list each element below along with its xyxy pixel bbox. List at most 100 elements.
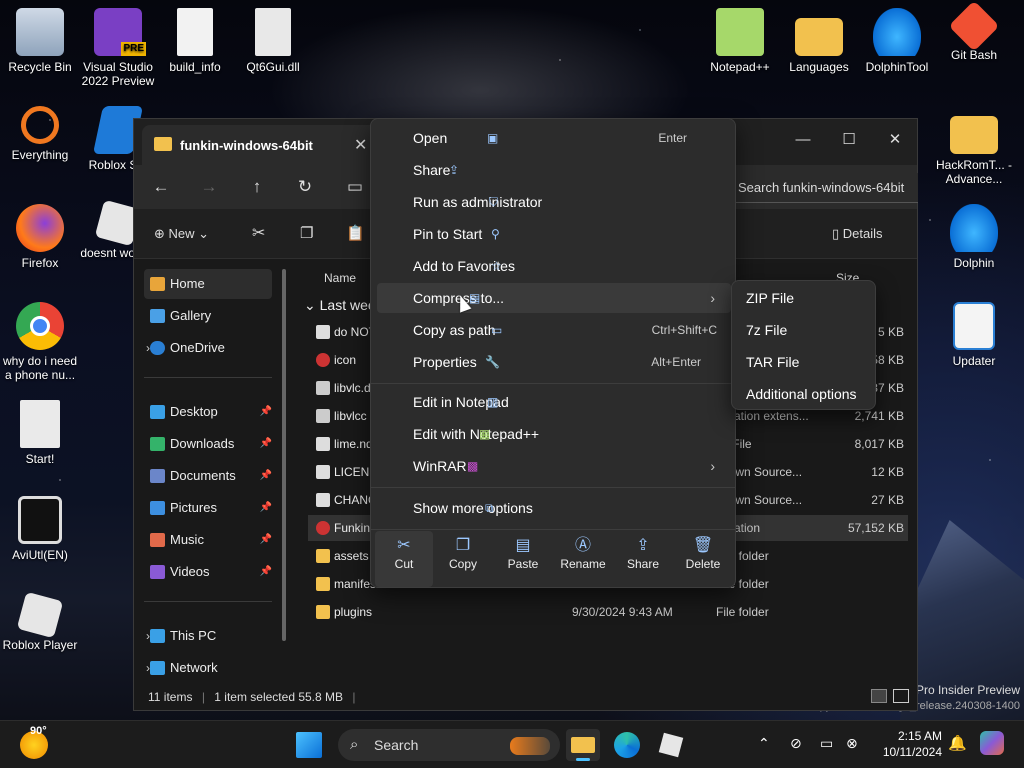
- back-arrow-icon[interactable]: ←: [146, 173, 176, 201]
- menu-item-copy-as-path[interactable]: Copy as path ▭ Ctrl+Shift+C: [377, 315, 731, 345]
- dolphin-icon: [873, 8, 921, 56]
- menu-item-compress-to[interactable]: Compress to... ▤ ›: [377, 283, 731, 313]
- desktop-icon-roblox-player[interactable]: Roblox Player: [0, 591, 80, 652]
- chevron-up-icon[interactable]: ⌃: [758, 735, 770, 752]
- desktop-icon-chrome[interactable]: why do i need a phone nu...: [0, 302, 80, 382]
- sidebar-item-music[interactable]: Music 📌: [144, 525, 272, 555]
- menu-item-open[interactable]: Open ▣ Enter: [377, 123, 731, 153]
- menu-item-edit-with-notepad-plus-plus[interactable]: Edit with Notepad++ ▦: [377, 419, 731, 449]
- volume-muted-icon[interactable]: ⊗: [846, 735, 858, 752]
- desktop-icon-git-bash[interactable]: Git Bash: [934, 0, 1014, 62]
- everything-search-icon: [21, 106, 59, 144]
- this-pc-icon[interactable]: ▭: [340, 173, 370, 201]
- quick-action-rename[interactable]: Ⓐ Rename: [554, 531, 612, 587]
- quick-action-copy[interactable]: ❐ Copy: [434, 531, 492, 587]
- forward-arrow-icon[interactable]: →: [194, 173, 224, 201]
- submenu-item-7z[interactable]: 7z File: [738, 315, 871, 345]
- sidebar-item-home[interactable]: Home: [144, 269, 272, 299]
- refresh-icon[interactable]: ↻: [290, 173, 320, 201]
- sidebar-item-onedrive[interactable]: OneDrive: [144, 333, 272, 363]
- music-icon: [150, 533, 165, 547]
- copy-icon[interactable]: ❐: [300, 221, 313, 247]
- menu-item-winrar[interactable]: WinRAR ▩ ›: [377, 451, 731, 481]
- desktop-icon-everything[interactable]: Everything: [0, 106, 80, 162]
- explorer-tab[interactable]: funkin-windows-64bit ✕: [142, 125, 382, 165]
- quick-action-cut[interactable]: ✂ Cut: [375, 531, 433, 587]
- taskbar-search[interactable]: ⌕ Search: [338, 729, 560, 761]
- quick-action-share[interactable]: ⇪ Share: [614, 531, 672, 587]
- minimize-button[interactable]: —: [780, 125, 826, 155]
- desktop-icon-start[interactable]: Start!: [0, 400, 80, 466]
- sidebar-item-gallery[interactable]: Gallery: [144, 301, 272, 331]
- taskbar-app-roblox[interactable]: [654, 729, 688, 761]
- desktop-icon-notepad-plus-plus[interactable]: Notepad++: [700, 8, 780, 74]
- sidebar-item-downloads[interactable]: Downloads 📌: [144, 429, 272, 459]
- column-header-name[interactable]: Name: [324, 271, 356, 285]
- taskbar-app-edge[interactable]: [610, 729, 644, 761]
- paste-icon[interactable]: 📋: [346, 221, 365, 247]
- quick-action-delete[interactable]: 🗑 Delete: [674, 531, 732, 587]
- desktop-icon-updater[interactable]: Updater: [934, 302, 1014, 368]
- desktop-icon-languages[interactable]: Languages: [779, 8, 859, 74]
- desktop-icon-dolphintool[interactable]: DolphinTool: [857, 8, 937, 74]
- desktop-icon-dolphin[interactable]: Dolphin: [934, 204, 1014, 270]
- desktop-icon-visual-studio[interactable]: PRE Visual Studio 2022 Preview: [78, 8, 158, 88]
- clock-date[interactable]: 10/11/2024: [870, 745, 942, 759]
- submenu-item-zip[interactable]: ZIP File: [738, 283, 871, 313]
- cut-icon[interactable]: ✂: [252, 221, 265, 247]
- details-button[interactable]: ▯ Details: [832, 221, 883, 247]
- clock-time[interactable]: 2:15 AM: [880, 729, 942, 743]
- sidebar-item-this-pc[interactable]: This PC: [144, 621, 272, 651]
- display-icon[interactable]: ▭: [820, 735, 833, 752]
- close-window-button[interactable]: ✕: [872, 125, 918, 155]
- sidebar-item-desktop[interactable]: Desktop 📌: [144, 397, 272, 427]
- desktop-icon-recycle-bin[interactable]: Recycle Bin: [0, 8, 80, 74]
- menu-item-run-as-admin[interactable]: Run as administrator ⛉: [377, 187, 731, 217]
- sidebar-item-pictures[interactable]: Pictures 📌: [144, 493, 272, 523]
- list-view-icon[interactable]: [871, 689, 887, 703]
- details-view-icon[interactable]: [893, 689, 909, 703]
- group-header[interactable]: ⌄ Last wee: [304, 297, 376, 314]
- wifi-off-icon[interactable]: ⊘: [790, 735, 802, 752]
- compress-submenu[interactable]: ZIP File 7z File TAR File Additional opt…: [731, 280, 876, 410]
- desktop-icon-firefox[interactable]: Firefox: [0, 204, 80, 270]
- menu-item-pin-to-start[interactable]: Pin to Start ⚲: [377, 219, 731, 249]
- notification-bell-icon[interactable]: 🔔: [948, 734, 967, 752]
- sidebar-scrollbar[interactable]: [282, 269, 286, 641]
- settings-file-icon: [20, 400, 60, 448]
- sidebar-item-documents[interactable]: Documents 📌: [144, 461, 272, 491]
- desktop-icon-hackromtools[interactable]: HackRomT... - Advance...: [934, 106, 1014, 186]
- roblox-icon: [658, 732, 684, 758]
- start-button[interactable]: [296, 732, 322, 758]
- weather-temperature[interactable]: 90°: [30, 725, 47, 737]
- pictures-icon: [150, 501, 165, 515]
- menu-item-share[interactable]: Share ⇪: [377, 155, 731, 185]
- sidebar-item-videos[interactable]: Videos 📌: [144, 557, 272, 587]
- up-arrow-icon[interactable]: ↑: [242, 173, 272, 201]
- menu-item-edit-in-notepad[interactable]: Edit in Notepad ▥: [377, 387, 731, 417]
- file-row[interactable]: plugins 9/30/2024 9:43 AM File folder: [308, 599, 908, 625]
- search-input[interactable]: Search funkin-windows-64bit: [728, 173, 918, 203]
- close-tab-icon[interactable]: ✕: [354, 135, 367, 155]
- new-button[interactable]: ⊕ New ⌄: [154, 221, 209, 247]
- dolphin-icon: [950, 204, 998, 252]
- quick-actions-bar: ✂ Cut ❐ Copy ▤ Paste Ⓐ Rename ⇪ Share 🗑 Delete: [371, 531, 735, 587]
- edge-icon: [614, 732, 640, 758]
- submenu-item-additional-options[interactable]: Additional options: [738, 379, 871, 409]
- pin-icon: 📌: [259, 438, 272, 449]
- submenu-item-tar[interactable]: TAR File: [738, 347, 871, 377]
- desktop-icon-aviutl[interactable]: AviUtl(EN): [0, 496, 80, 562]
- shield-icon: ⛉: [489, 195, 499, 209]
- quick-action-paste[interactable]: ▤ Paste: [494, 531, 552, 587]
- menu-item-show-more-options[interactable]: Show more options ⧉: [377, 493, 731, 523]
- sidebar-item-network[interactable]: Network: [144, 653, 272, 683]
- menu-item-properties[interactable]: Properties 🔧 Alt+Enter: [377, 347, 731, 377]
- desktop-icon-qt6gui[interactable]: Qt6Gui.dll: [233, 8, 313, 74]
- copilot-icon[interactable]: [980, 731, 1004, 755]
- taskbar-app-explorer[interactable]: [566, 729, 600, 761]
- context-menu[interactable]: Open ▣ Enter Share ⇪ Run as administrator ⛉ …: [370, 118, 736, 588]
- desktop-icon-build-info[interactable]: build_info: [155, 8, 235, 74]
- menu-item-add-to-favorites[interactable]: Add to Favorites ☆: [377, 251, 731, 281]
- chevron-right-icon: ›: [710, 458, 715, 474]
- maximize-button[interactable]: ☐: [826, 125, 872, 155]
